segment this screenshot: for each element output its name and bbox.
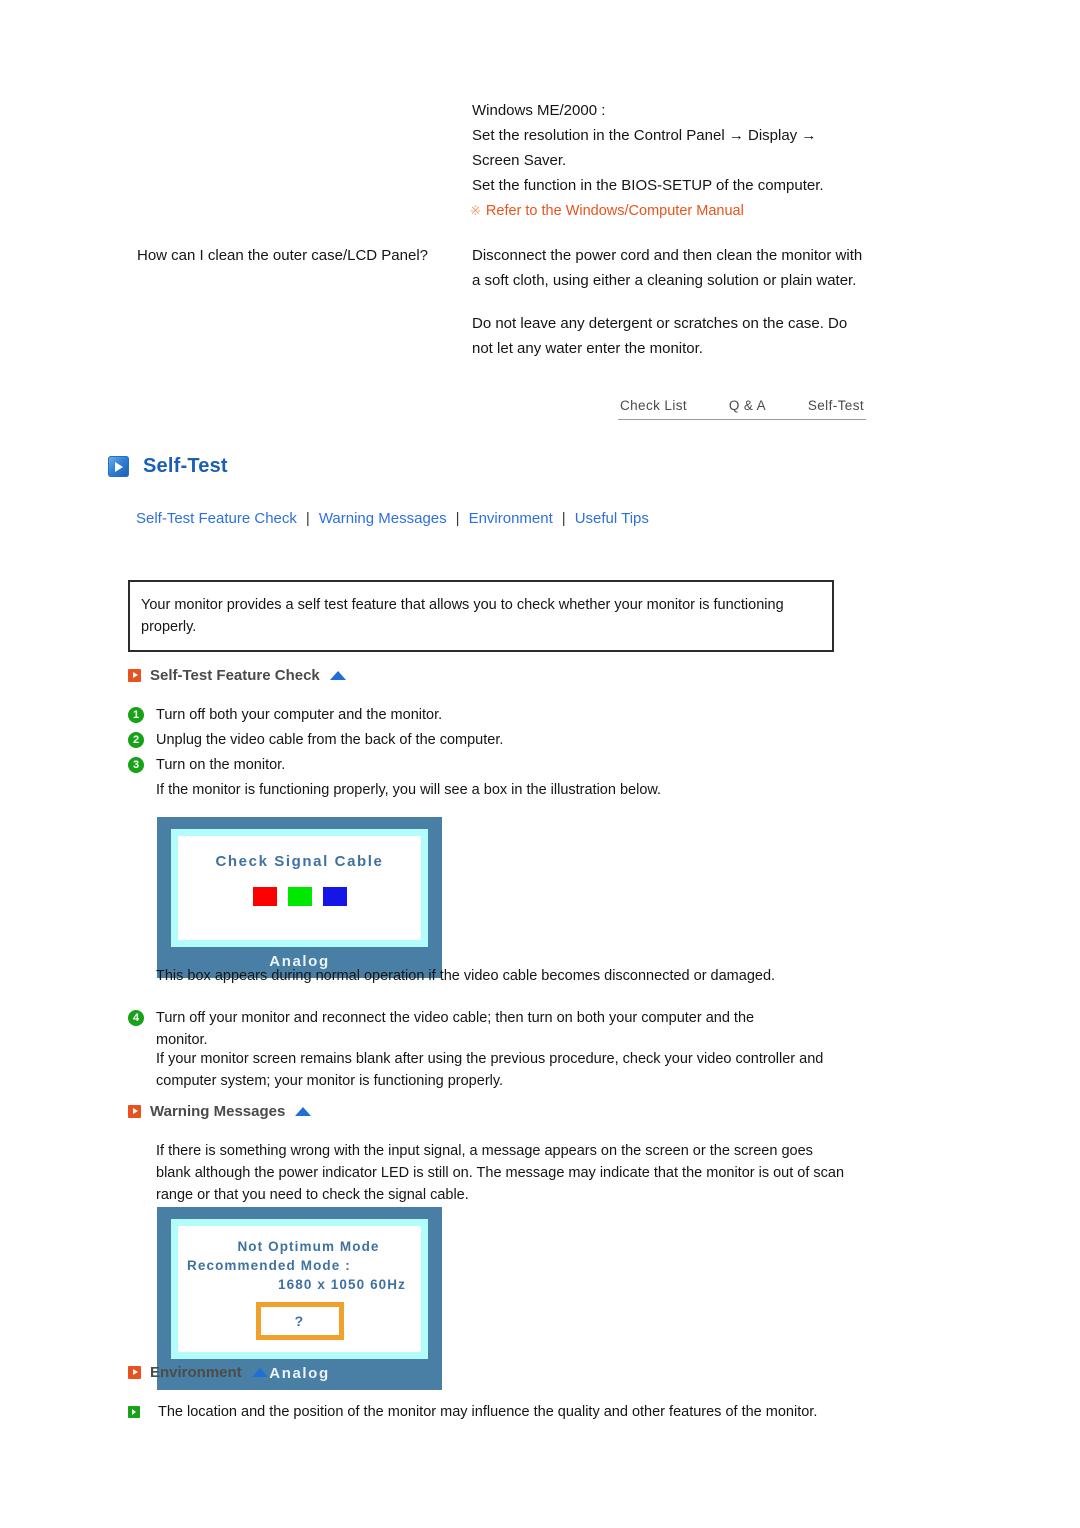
orange-arrow-square-icon	[128, 1366, 141, 1379]
page-title-text: Self-Test	[143, 455, 228, 477]
osd-title-check-signal-cable: Check Signal Cable	[215, 853, 384, 870]
scroll-to-top-triangle-icon[interactable]	[329, 671, 346, 680]
list-item: The location and the position of the mon…	[128, 1401, 818, 1423]
subnav: Self-Test Feature Check | Warning Messages…	[136, 508, 649, 530]
step-number-badge: 2	[128, 732, 144, 748]
qa-reference-note: ※ Refer to the Windows/Computer Manual	[470, 200, 744, 222]
rgb-swatch-row	[178, 870, 421, 940]
scroll-to-top-triangle-icon[interactable]	[295, 1107, 312, 1116]
step-text: Turn on the monitor.	[156, 757, 286, 773]
qa-answer-cautions: Do not leave any detergent or scratches …	[472, 315, 848, 357]
osd-not-optimum-mode: Not Optimum Mode Recommended Mode : 1680…	[178, 1226, 421, 1352]
step-number-badge: 3	[128, 757, 144, 773]
monitor-screen: Check Signal Cable	[171, 829, 428, 947]
section-tab-strip: Check List Q & A Self-Test	[618, 398, 866, 420]
list-item: 4 Turn off your monitor and reconnect th…	[128, 1007, 800, 1051]
section-header-text: Warning Messages	[150, 1103, 286, 1120]
subnav-separator: |	[305, 510, 310, 527]
osd-line-not-optimum-mode: Not Optimum Mode	[237, 1239, 380, 1254]
subnav-separator: |	[561, 510, 566, 527]
subnav-item-environment[interactable]: Environment	[469, 510, 553, 527]
subnav-item-useful-tips[interactable]: Useful Tips	[575, 510, 649, 527]
step-number-badge: 4	[128, 1010, 144, 1026]
reference-note-text: Refer to the Windows/Computer Manual	[485, 203, 744, 219]
blue-play-square-icon	[108, 456, 129, 477]
orange-arrow-square-icon	[128, 1105, 141, 1118]
tab-q-and-a[interactable]: Q & A	[729, 398, 766, 413]
qa-answer-line: Set the function in the BIOS-SETUP of th…	[472, 177, 824, 194]
section-header-text: Self-Test Feature Check	[150, 667, 320, 684]
illustration-not-optimum-mode: Not Optimum Mode Recommended Mode : 1680…	[157, 1207, 442, 1390]
tab-self-test[interactable]: Self-Test	[808, 398, 864, 413]
monitor-screen: Not Optimum Mode Recommended Mode : 1680…	[171, 1219, 428, 1359]
tab-check-list[interactable]: Check List	[620, 398, 687, 413]
osd-line-resolution: 1680 x 1050 60Hz	[278, 1277, 406, 1292]
step-number-badge: 1	[128, 707, 144, 723]
blue-swatch	[322, 887, 347, 906]
qa-answer-line: Windows ME/2000 :	[472, 102, 606, 119]
qa-answer-cleaning: Disconnect the power cord and then clean…	[472, 247, 863, 289]
qa-question-clean-case: How can I clean the outer case/LCD Panel…	[137, 247, 428, 264]
warning-messages-body: If there is something wrong with the inp…	[156, 1143, 845, 1203]
note-after-step-3: If the monitor is functioning properly, …	[156, 782, 662, 798]
list-item: 1 Turn off both your computer and the mo…	[128, 704, 828, 726]
red-swatch	[252, 887, 277, 906]
step-text: Unplug the video cable from the back of …	[156, 732, 504, 748]
page-title: Self-Test	[108, 455, 228, 478]
step-text: Turn off both your computer and the moni…	[156, 707, 443, 723]
illustration-check-signal-cable: Check Signal Cable Analog	[157, 817, 442, 978]
subnav-item-self-test-feature-check[interactable]: Self-Test Feature Check	[136, 510, 297, 527]
section-header-environment: Environment	[128, 1364, 268, 1381]
green-arrow-square-icon	[128, 1406, 140, 1418]
osd-question-box: ?	[255, 1302, 344, 1340]
section-header-text: Environment	[150, 1364, 242, 1381]
orange-arrow-square-icon	[128, 669, 141, 682]
intro-text: Your monitor provides a self test featur…	[141, 597, 784, 635]
note-after-illustration: This box appears during normal operation…	[156, 968, 776, 984]
osd-line-recommended-mode: Recommended Mode :	[187, 1258, 351, 1273]
subnav-separator: |	[455, 510, 460, 527]
qa-answer-line: Screen Saver.	[472, 152, 567, 169]
qa-answer-windows-settings: Windows ME/2000 : Set the resolution in …	[472, 98, 872, 198]
intro-callout-box: Your monitor provides a self test featur…	[128, 580, 834, 652]
section-header-self-test-feature-check: Self-Test Feature Check	[128, 667, 346, 684]
step-text: Turn off your monitor and reconnect the …	[156, 1010, 755, 1048]
closing-note-self-test: If your monitor screen remains blank aft…	[156, 1051, 824, 1089]
reference-mark-icon: ※	[470, 203, 481, 218]
section-header-warning-messages: Warning Messages	[128, 1103, 312, 1120]
green-swatch	[287, 887, 312, 906]
list-item: 3 Turn on the monitor.	[128, 754, 828, 776]
scroll-to-top-triangle-icon[interactable]	[251, 1368, 268, 1377]
tab-underline	[618, 419, 866, 420]
subnav-item-warning-messages[interactable]: Warning Messages	[319, 510, 447, 527]
environment-bullet-text: The location and the position of the mon…	[158, 1404, 818, 1420]
qa-answer-line: Set the resolution in the Control Panel …	[472, 127, 817, 144]
list-item: 2 Unplug the video cable from the back o…	[128, 729, 828, 751]
